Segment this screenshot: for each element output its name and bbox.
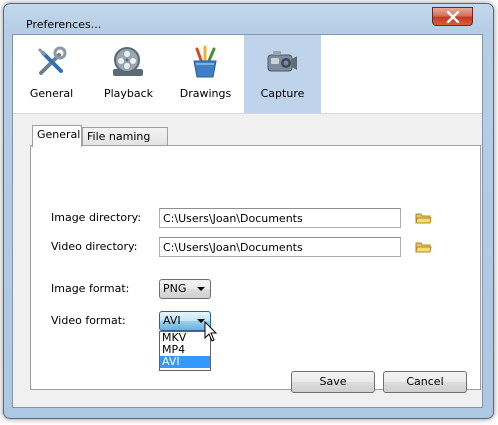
- video-directory-input[interactable]: [159, 237, 401, 257]
- window-title: Preferences...: [26, 18, 102, 31]
- image-format-value: PNG: [163, 282, 187, 295]
- tab-general[interactable]: General: [32, 125, 82, 147]
- toolbar-item-label: Capture: [260, 87, 305, 100]
- image-format-label: Image format:: [51, 282, 130, 295]
- mouse-pointer-icon: [204, 321, 218, 342]
- preferences-window: Preferences... General Playback Drawings…: [3, 3, 494, 419]
- camera-icon: [267, 51, 297, 72]
- image-directory-label: Image directory:: [51, 211, 142, 224]
- image-format-select[interactable]: PNG: [159, 279, 211, 299]
- browse-image-directory-button[interactable]: [415, 210, 433, 226]
- video-format-option-avi[interactable]: AVI: [160, 356, 210, 368]
- browse-video-directory-button[interactable]: [415, 239, 433, 255]
- toolbar-item-drawings[interactable]: Drawings: [167, 35, 244, 113]
- toolbar-item-playback[interactable]: Playback: [90, 35, 167, 113]
- dialog-client-area: General Playback Drawings Capture Image …: [12, 34, 483, 408]
- toolbar-item-general[interactable]: General: [13, 35, 90, 113]
- tools-icon: [37, 46, 67, 75]
- toolbar-item-label: Drawings: [179, 87, 232, 100]
- video-format-label: Video format:: [51, 314, 126, 327]
- category-toolbar: General Playback Drawings Capture: [13, 35, 482, 114]
- close-icon: [446, 11, 460, 23]
- video-directory-label: Video directory:: [51, 240, 138, 253]
- close-button[interactable]: [432, 7, 473, 26]
- film-reel-icon: [113, 47, 143, 76]
- cancel-button[interactable]: Cancel: [383, 371, 467, 393]
- toolbar-item-label: Playback: [103, 87, 154, 100]
- folder-icon: [415, 242, 432, 253]
- pencils-icon: [193, 45, 217, 78]
- folder-icon: [415, 213, 432, 224]
- toolbar-item-capture[interactable]: Capture: [244, 35, 321, 113]
- save-button[interactable]: Save: [291, 371, 375, 393]
- image-directory-input[interactable]: [159, 208, 401, 228]
- video-format-value: AVI: [163, 314, 181, 327]
- chevron-down-icon: [197, 287, 205, 291]
- title-bar[interactable]: Preferences...: [4, 4, 493, 34]
- tab-file-naming[interactable]: File naming: [82, 127, 168, 146]
- tab-panel-general: Image directory: Video directory: Image …: [30, 145, 481, 390]
- toolbar-item-label: General: [29, 87, 74, 100]
